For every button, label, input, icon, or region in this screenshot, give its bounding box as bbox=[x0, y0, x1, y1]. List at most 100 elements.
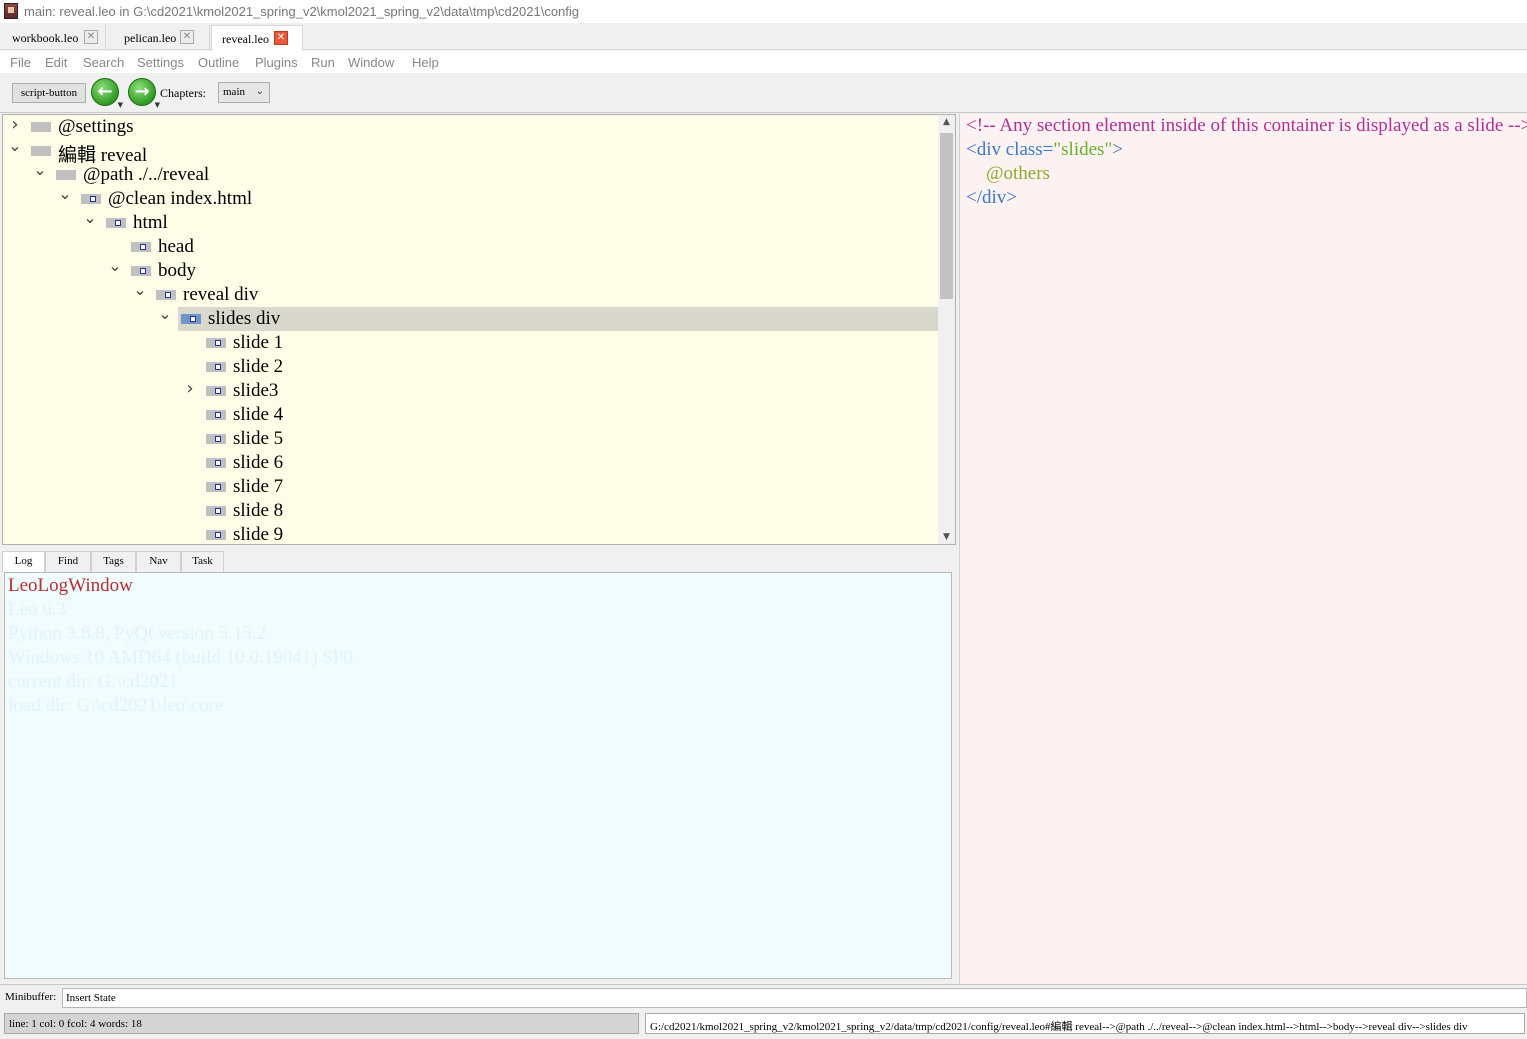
tab-task[interactable]: Task bbox=[181, 551, 224, 572]
outline-node-label[interactable]: @path ./../reveal bbox=[83, 164, 209, 186]
outline-node[interactable]: ⌄ slides div bbox=[3, 304, 938, 331]
minibuffer-input[interactable]: Insert State bbox=[62, 988, 1527, 1008]
log-line: Python 3.8.8, PyQt version 5.15.2 bbox=[8, 623, 267, 644]
outline-pane[interactable]: › @settings ⌄ 編輯 reveal ⌄ @path ./../reveal ⌄ @… bbox=[2, 114, 956, 545]
tab-pelican[interactable]: pelican.leo ✕ bbox=[114, 25, 210, 50]
outline-node-label[interactable]: @clean index.html bbox=[108, 188, 252, 210]
node-icon bbox=[206, 338, 226, 348]
outline-node-label[interactable]: slide 8 bbox=[233, 500, 283, 522]
outline-node-label[interactable]: html bbox=[133, 212, 168, 234]
menu-file[interactable]: File bbox=[10, 55, 31, 70]
tab-reveal[interactable]: reveal.leo ✕ bbox=[211, 25, 303, 51]
chevron-right-icon[interactable]: › bbox=[183, 378, 197, 399]
close-icon[interactable]: ✕ bbox=[274, 31, 288, 45]
outline-node[interactable]: slide 9 bbox=[3, 523, 938, 544]
chevron-down-icon: ⌄ bbox=[255, 86, 264, 97]
menu-settings[interactable]: Settings bbox=[137, 55, 184, 70]
node-icon bbox=[206, 434, 226, 444]
body-editor[interactable]: <!-- Any section element inside of this … bbox=[959, 114, 1527, 984]
node-icon bbox=[31, 146, 51, 156]
tab-find[interactable]: Find bbox=[45, 551, 91, 572]
chevron-down-icon[interactable]: ⌄ bbox=[133, 280, 147, 299]
outline-node[interactable]: slide 1 bbox=[3, 331, 938, 355]
status-node-path: G:/cd2021/kmol2021_spring_v2/kmol2021_sp… bbox=[645, 1013, 1525, 1034]
outline-node[interactable]: slide 6 bbox=[3, 451, 938, 475]
scroll-up-icon[interactable]: ▲ bbox=[938, 117, 955, 127]
outline-node[interactable]: slide 4 bbox=[3, 403, 938, 427]
chevron-down-icon[interactable]: ⌄ bbox=[108, 256, 122, 275]
code-line-div-open: <div class="slides"> bbox=[966, 139, 1123, 161]
outline-node[interactable]: slide 2 bbox=[3, 355, 938, 379]
document-tab-bar: workbook.leo ✕ pelican.leo ✕ reveal.leo … bbox=[0, 23, 1527, 51]
tab-tags[interactable]: Tags bbox=[91, 551, 136, 572]
log-window[interactable]: LeoLogWindow Leo 6.3 Python 3.8.8, PyQt … bbox=[4, 572, 952, 979]
chevron-down-icon[interactable]: ⌄ bbox=[58, 184, 72, 203]
dropdown-icon[interactable]: ▼ bbox=[155, 101, 160, 109]
outline-node-label[interactable]: slide 1 bbox=[233, 332, 283, 354]
chevron-down-icon[interactable]: ⌄ bbox=[33, 160, 47, 179]
toolbar: script-button ← ▼ → ▼ Chapters: main ⌄ bbox=[0, 73, 1527, 113]
outline-node[interactable]: head bbox=[3, 235, 938, 259]
menu-window[interactable]: Window bbox=[348, 55, 394, 70]
outline-node-label[interactable]: head bbox=[158, 236, 194, 258]
log-tab-bar: Log Find Tags Nav Task bbox=[2, 551, 956, 572]
menu-search[interactable]: Search bbox=[83, 55, 124, 70]
outline-node-label[interactable]: body bbox=[158, 260, 196, 282]
code-line-comment: <!-- Any section element inside of this … bbox=[966, 115, 1527, 136]
go-back-button[interactable]: ← ▼ bbox=[91, 78, 123, 109]
outline-node[interactable]: › slide3 bbox=[3, 378, 938, 403]
menu-plugins[interactable]: Plugins bbox=[255, 55, 298, 70]
menu-help[interactable]: Help bbox=[412, 55, 439, 70]
outline-node[interactable]: slide 5 bbox=[3, 427, 938, 451]
close-icon[interactable]: ✕ bbox=[84, 30, 98, 44]
outline-node-label[interactable]: reveal div bbox=[183, 284, 258, 306]
status-bar: line: 1 col: 0 fcol: 4 words: 18 G:/cd20… bbox=[0, 1010, 1527, 1039]
tab-log[interactable]: Log bbox=[2, 551, 45, 572]
outline-node[interactable]: slide 8 bbox=[3, 499, 938, 523]
close-icon[interactable]: ✕ bbox=[180, 30, 194, 44]
outline-scrollbar[interactable]: ▲ ▼ bbox=[938, 115, 955, 544]
window-title: main: reveal.leo in G:\cd2021\kmol2021_s… bbox=[24, 4, 580, 19]
go-forward-button[interactable]: → ▼ bbox=[128, 78, 160, 109]
outline-node-label[interactable]: slide 7 bbox=[233, 476, 283, 498]
dropdown-icon[interactable]: ▼ bbox=[118, 101, 123, 109]
outline-node-label[interactable]: slide 9 bbox=[233, 524, 283, 544]
menu-run[interactable]: Run bbox=[311, 55, 335, 70]
node-icon bbox=[81, 194, 101, 204]
arrow-left-icon: ← bbox=[97, 81, 113, 102]
outline-node[interactable]: › @settings bbox=[3, 115, 938, 139]
outline-node-label[interactable]: @settings bbox=[58, 116, 134, 138]
chapter-select-value: main bbox=[223, 86, 245, 98]
chevron-down-icon[interactable]: ⌄ bbox=[158, 304, 172, 323]
chevron-down-icon[interactable]: ⌄ bbox=[83, 208, 97, 227]
node-icon bbox=[206, 362, 226, 372]
outline-node-label[interactable]: slide 6 bbox=[233, 452, 283, 474]
tab-nav[interactable]: Nav bbox=[136, 551, 181, 572]
node-icon bbox=[206, 506, 226, 516]
chapter-select[interactable]: main ⌄ bbox=[218, 82, 270, 103]
node-icon bbox=[181, 314, 201, 324]
script-button[interactable]: script-button bbox=[12, 83, 86, 103]
outline-node-label[interactable]: slide 5 bbox=[233, 428, 283, 450]
outline-node[interactable]: ⌄ reveal div bbox=[3, 280, 938, 307]
outline-node-label[interactable]: slide3 bbox=[233, 380, 278, 402]
node-icon bbox=[206, 410, 226, 420]
code-token: "slides" bbox=[1053, 139, 1113, 160]
menu-outline[interactable]: Outline bbox=[198, 55, 239, 70]
outline-node[interactable]: ⌄ 編輯 reveal bbox=[3, 136, 938, 166]
minibuffer-label: Minibuffer: bbox=[5, 991, 57, 1003]
outline-node-label[interactable]: slide 2 bbox=[233, 356, 283, 378]
tab-workbook[interactable]: workbook.leo ✕ bbox=[2, 25, 106, 50]
scrollbar-thumb[interactable] bbox=[940, 133, 953, 299]
outline-node-label[interactable]: slides div bbox=[208, 308, 280, 330]
outline-node[interactable]: ⌄ @path ./../reveal bbox=[3, 160, 938, 187]
chevron-right-icon[interactable]: › bbox=[8, 115, 22, 135]
scroll-down-icon[interactable]: ▼ bbox=[938, 532, 955, 542]
menu-edit[interactable]: Edit bbox=[45, 55, 67, 70]
outline-node[interactable]: slide 7 bbox=[3, 475, 938, 499]
outline-node-label[interactable]: slide 4 bbox=[233, 404, 283, 426]
log-line: Windows 10 AMD64 (build 10.0.19041) SP0 bbox=[8, 647, 353, 668]
outline-node[interactable]: ⌄ @clean index.html bbox=[3, 184, 938, 211]
chevron-down-icon[interactable]: ⌄ bbox=[8, 136, 22, 155]
outline-node[interactable]: ⌄ html bbox=[3, 208, 938, 235]
